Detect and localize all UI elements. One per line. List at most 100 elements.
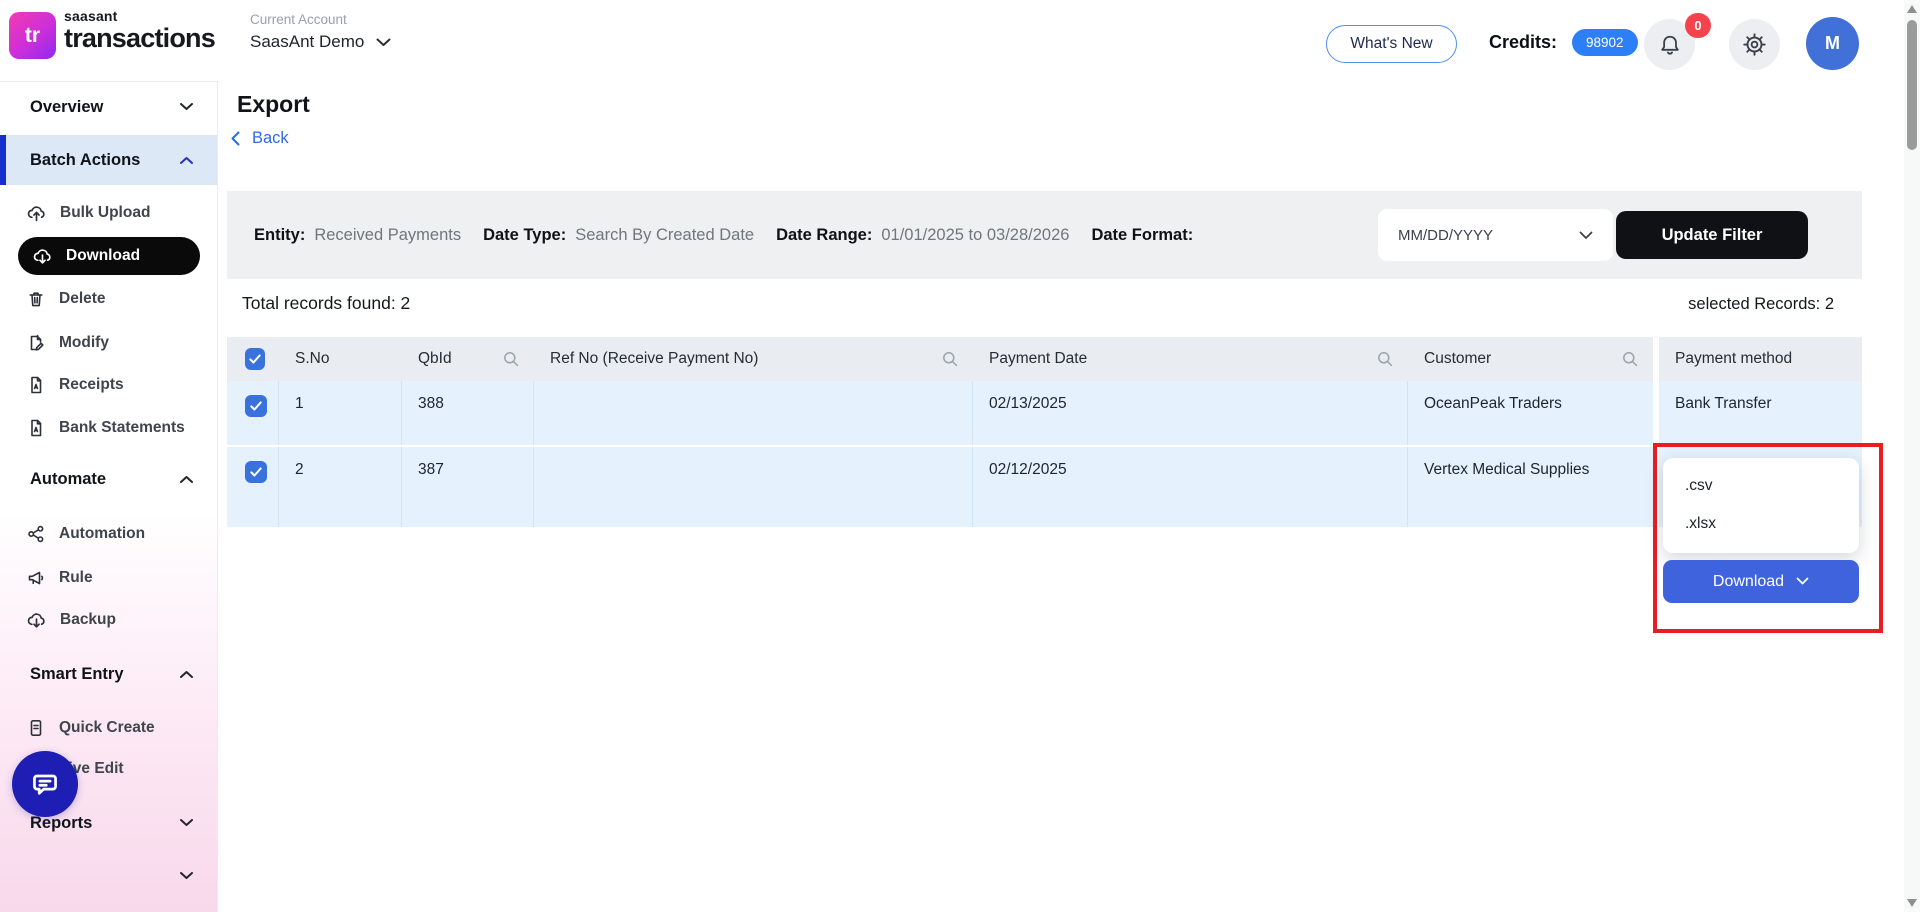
sidebar-section-automate[interactable]: Automate (0, 457, 217, 501)
sidebar-item-label: Modify (59, 334, 109, 352)
row-checkbox-cell (227, 447, 279, 527)
sidebar-item-bank-statements[interactable]: Bank Statements (0, 408, 217, 448)
column-header-payment-date: Payment Date (973, 337, 1408, 381)
top-header: tr saasant transactions Current Account … (0, 0, 1904, 81)
trash-icon (26, 289, 46, 309)
scrollbar-down-arrow[interactable] (1907, 899, 1917, 907)
search-icon[interactable] (941, 350, 959, 368)
sidebar-item-label: Quick Create (59, 719, 155, 737)
chevron-down-icon (376, 38, 391, 47)
sidebar-item-quick-create[interactable]: Quick Create (0, 708, 217, 748)
date-range-label: Date Range: (776, 226, 872, 245)
brand-bottom-text: transactions (64, 24, 215, 52)
download-format-menu: .csv .xlsx (1663, 458, 1859, 553)
column-label: Ref No (Receive Payment No) (550, 350, 758, 368)
sidebar-item-delete[interactable]: Delete (0, 279, 217, 319)
whats-new-button[interactable]: What's New (1326, 25, 1457, 63)
back-link[interactable]: Back (231, 129, 289, 148)
vertical-scrollbar[interactable] (1904, 0, 1920, 912)
chevron-up-icon (180, 156, 193, 164)
sidebar-section-collapsed[interactable] (0, 856, 217, 896)
chat-bubble-icon (29, 768, 61, 800)
sidebar-item-label: Download (66, 247, 140, 265)
pdf-document-icon (26, 375, 46, 395)
chevron-up-icon (180, 670, 193, 678)
sidebar-section-smart-entry[interactable]: Smart Entry (0, 652, 217, 696)
select-all-checkbox[interactable] (245, 348, 265, 370)
bell-icon (1658, 33, 1682, 57)
notification-count-badge: 0 (1685, 13, 1711, 38)
table-row[interactable]: 1 388 02/13/2025 OceanPeak Traders Bank … (227, 381, 1862, 447)
user-avatar[interactable]: M (1806, 17, 1859, 70)
megaphone-icon (26, 568, 46, 588)
column-header-sno: S.No (279, 337, 402, 381)
row-checkbox[interactable] (245, 395, 267, 417)
sidebar-section-label: Batch Actions (30, 151, 140, 170)
date-range-value: 01/01/2025 to 03/28/2026 (881, 226, 1069, 245)
edit-document-icon (26, 333, 46, 353)
update-filter-button[interactable]: Update Filter (1616, 211, 1808, 259)
menu-item-xlsx[interactable]: .xlsx (1663, 505, 1859, 543)
settings-button[interactable] (1729, 19, 1780, 70)
chevron-down-icon (180, 103, 193, 111)
sidebar-item-label: Rule (59, 569, 93, 587)
page-title: Export (237, 91, 310, 118)
menu-item-csv[interactable]: .csv (1663, 467, 1859, 505)
sidebar-item-rule[interactable]: Rule (0, 558, 217, 598)
sidebar-item-label: Delete (59, 290, 106, 308)
sidebar-item-modify[interactable]: Modify (0, 323, 217, 363)
table-header-row: S.No QbId Ref No (Receive Payment No) Pa… (227, 337, 1862, 381)
column-header-payment-method: Payment method (1659, 337, 1855, 381)
sidebar-item-automation[interactable]: Automation (0, 514, 217, 554)
account-value: SaasAnt Demo (250, 32, 364, 52)
search-icon[interactable] (502, 350, 520, 368)
cloud-download-icon (32, 246, 53, 267)
date-format-select[interactable]: MM/DD/YYYY (1378, 209, 1613, 261)
app-logo[interactable]: tr (9, 12, 56, 59)
download-button-label: Download (1713, 573, 1784, 591)
scrollbar-thumb[interactable] (1907, 20, 1917, 150)
chevron-down-icon (180, 872, 193, 880)
row-checkbox[interactable] (245, 461, 267, 483)
update-filter-label: Update Filter (1662, 226, 1763, 245)
entity-label: Entity: (254, 226, 305, 245)
select-all-cell (227, 337, 279, 381)
cell-refno (534, 447, 973, 527)
sidebar-section-label: Automate (30, 470, 106, 489)
cell-qbid: 387 (402, 447, 534, 527)
download-button[interactable]: Download (1663, 560, 1859, 603)
account-switcher[interactable]: Current Account SaasAnt Demo (250, 12, 391, 52)
column-header-qbid: QbId (402, 337, 534, 381)
date-type-label: Date Type: (483, 226, 566, 245)
sidebar-section-overview[interactable]: Overview (0, 87, 217, 127)
back-label: Back (252, 129, 289, 148)
entity-value: Received Payments (314, 226, 461, 245)
whats-new-label: What's New (1350, 35, 1432, 53)
share-network-icon (26, 524, 46, 544)
credits-value: 98902 (1586, 35, 1624, 50)
column-label: Payment Date (989, 350, 1087, 368)
sidebar-item-bulk-upload[interactable]: Bulk Upload (0, 193, 217, 233)
chevron-left-icon (231, 131, 240, 146)
search-icon[interactable] (1621, 350, 1639, 368)
sidebar-section-batch-actions[interactable]: Batch Actions (0, 135, 217, 185)
scrollbar-up-arrow[interactable] (1907, 5, 1917, 13)
sidebar-item-download[interactable]: Download (18, 237, 200, 275)
filter-bar: Entity: Received Payments Date Type: Sea… (227, 191, 1862, 279)
sidebar-item-backup[interactable]: Backup (0, 600, 217, 640)
search-icon[interactable] (1376, 350, 1394, 368)
sidebar-section-label: Overview (30, 98, 103, 117)
row-checkbox-cell (227, 381, 279, 445)
brand-top-text: saasant (64, 9, 215, 24)
records-table: S.No QbId Ref No (Receive Payment No) Pa… (227, 337, 1862, 527)
cell-payment-date: 02/13/2025 (973, 381, 1408, 445)
brand-name: saasant transactions (64, 9, 215, 52)
cell-qbid: 388 (402, 381, 534, 445)
sidebar-section-label: Smart Entry (30, 665, 124, 684)
credits-badge: 98902 (1572, 29, 1638, 56)
sidebar-item-receipts[interactable]: Receipts (0, 365, 217, 405)
chevron-down-icon (1796, 577, 1809, 586)
chat-fab-button[interactable] (12, 751, 78, 817)
column-header-refno: Ref No (Receive Payment No) (534, 337, 973, 381)
table-row[interactable]: 2 387 02/12/2025 Vertex Medical Supplies (227, 447, 1862, 527)
